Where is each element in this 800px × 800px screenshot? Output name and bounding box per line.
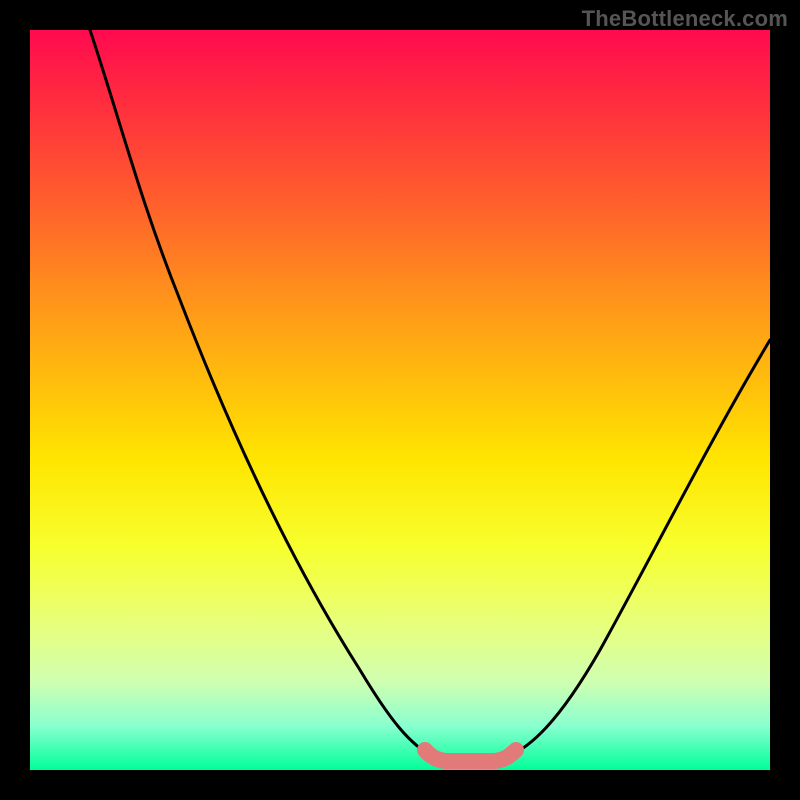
gradient-plot-area	[30, 30, 770, 770]
watermark-text: TheBottleneck.com	[582, 6, 788, 32]
bottleneck-curve	[90, 30, 770, 760]
outer-frame: TheBottleneck.com	[0, 0, 800, 800]
curve-layer	[30, 30, 770, 770]
optimal-range-highlight	[425, 750, 516, 761]
